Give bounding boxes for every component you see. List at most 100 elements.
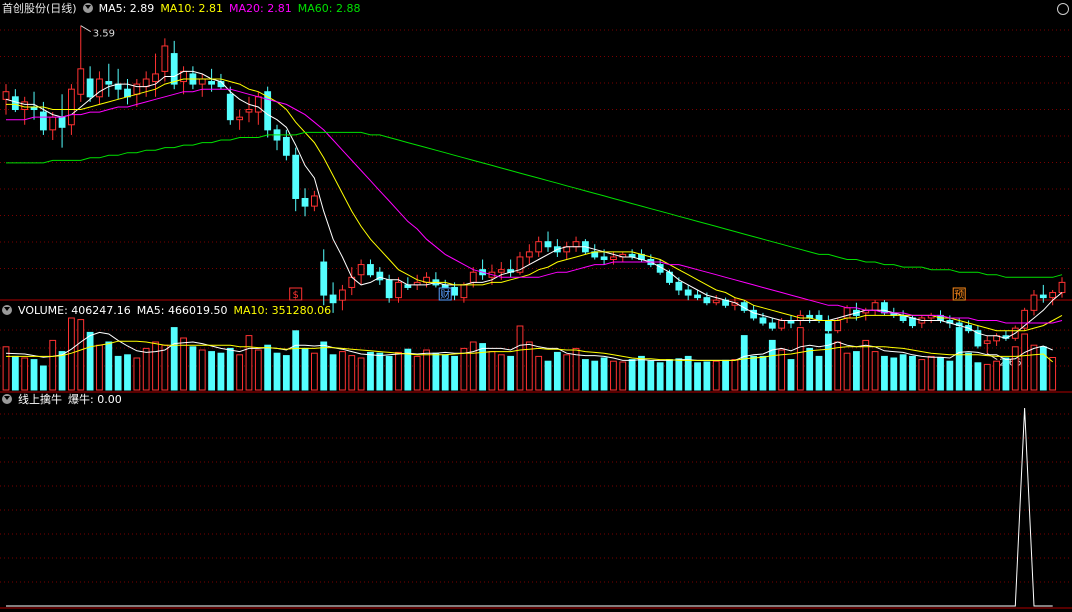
volume-bar [628, 359, 636, 391]
volume-bar [965, 352, 972, 391]
volume-bar [955, 327, 963, 391]
candle-body [712, 299, 720, 304]
candle-body [703, 297, 711, 304]
volume-bar [310, 352, 318, 391]
volume-bar [712, 360, 720, 391]
volume-bar [834, 341, 842, 391]
volume-bar [722, 359, 729, 391]
volume-bar [890, 357, 898, 391]
volume-bar [918, 359, 926, 391]
volume-bar [423, 349, 430, 391]
volume-bar [49, 339, 57, 391]
volume-bar [516, 325, 524, 391]
candle-body [21, 101, 29, 111]
volume-bar [507, 355, 515, 391]
volume-bar [441, 354, 449, 391]
marker-dollar: $ [293, 290, 299, 301]
candle-body [254, 96, 262, 113]
volume-bar [58, 351, 66, 391]
candle-body [170, 53, 178, 85]
volume-bar [367, 351, 374, 391]
volume-bar [1049, 357, 1057, 391]
volume-bar [170, 327, 178, 391]
volume-bar [796, 327, 804, 391]
volume-bar [750, 355, 758, 391]
candle-body [1030, 294, 1038, 311]
candle-body [282, 136, 290, 156]
volume-bar [684, 355, 692, 391]
price-ma20-line [6, 88, 1063, 324]
volume-bar [21, 357, 29, 391]
volume-bar [376, 352, 384, 391]
volume-bar [666, 359, 673, 391]
volume-bar [871, 351, 879, 391]
volume-bar [778, 349, 786, 391]
volume-bar [226, 347, 234, 391]
volume-bar [254, 349, 262, 391]
volume-bar [198, 349, 206, 391]
volume-bar [787, 359, 795, 391]
volume-bar [488, 351, 496, 391]
volume-bar [114, 355, 122, 391]
volume-bar [675, 358, 683, 391]
candle-body [226, 93, 234, 121]
candle-body [245, 109, 253, 113]
volume-bar [282, 355, 290, 391]
volume-bar [899, 354, 907, 391]
candle-body [385, 279, 393, 299]
volume-bar [189, 346, 197, 391]
volume-bar [656, 362, 664, 391]
candle-body [39, 111, 47, 131]
high-pointer [80, 25, 92, 33]
candle-body [983, 340, 991, 344]
volume-bar [853, 351, 860, 391]
volume-bar [339, 351, 346, 391]
volume-bar [983, 363, 991, 391]
candle-body [339, 289, 346, 301]
candle-body [871, 302, 879, 311]
volume-bar [843, 352, 851, 391]
candle-body [1039, 294, 1047, 299]
volume-bar [469, 341, 477, 391]
candle-body [198, 78, 206, 85]
candle-body [768, 322, 776, 329]
candle-body [759, 317, 767, 324]
candle-body [778, 320, 786, 329]
volume-bar [582, 359, 589, 391]
volume-bar [273, 352, 281, 391]
candle-body [572, 241, 580, 248]
candle-body [694, 294, 701, 299]
volume-bar [245, 335, 253, 391]
candle-body [124, 88, 131, 98]
volume-bar [563, 354, 571, 391]
stock-chart[interactable]: 3.592.66$ 财预 [0, 0, 1072, 612]
volume-bar [329, 354, 337, 391]
volume-bar [451, 355, 458, 391]
volume-bar [39, 365, 47, 391]
volume-bar [142, 347, 150, 391]
candle-body [824, 320, 832, 332]
volume-bar [815, 355, 823, 391]
volume-bar [862, 339, 870, 391]
volume-bar [703, 361, 711, 391]
candle-body [96, 78, 103, 98]
candle-body [49, 116, 57, 131]
candle-body [86, 78, 94, 98]
candle-body [161, 45, 169, 72]
marker-finance: 财 [440, 288, 450, 301]
volume-bar [77, 319, 85, 391]
volume-bar [535, 355, 543, 391]
candle-body [367, 264, 374, 276]
volume-bar [217, 352, 225, 391]
volume-bar [320, 341, 328, 391]
volume-bar [1002, 357, 1010, 391]
volume-bar [404, 348, 412, 391]
volume-bar [86, 331, 94, 391]
candle-body [451, 286, 458, 296]
volume-bar [806, 347, 814, 391]
volume-bar [937, 357, 944, 391]
candle-body [236, 116, 244, 121]
volume-bar [591, 360, 599, 391]
candle-body [834, 320, 842, 332]
volume-bar [544, 360, 552, 391]
